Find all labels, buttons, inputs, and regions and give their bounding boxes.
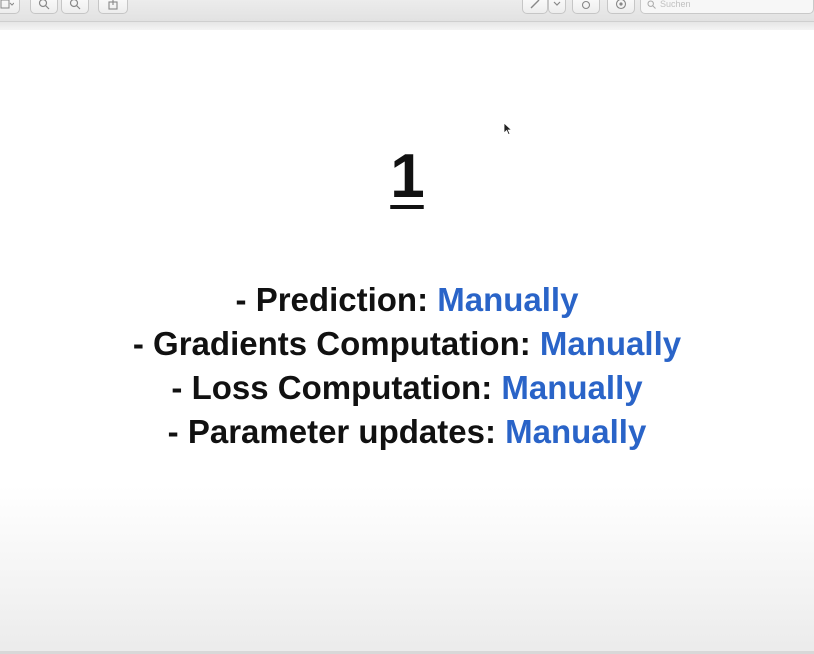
sidebar-icon <box>0 0 14 9</box>
search-icon <box>647 0 656 9</box>
toolbar <box>0 0 814 22</box>
bullet-list: - Prediction: Manually - Gradients Compu… <box>0 278 814 454</box>
bullet-label: - Loss Computation: <box>171 369 493 406</box>
bullet-label: - Prediction: <box>235 281 429 318</box>
rotate-button[interactable] <box>572 0 600 14</box>
bullet-value: Manually <box>437 281 579 318</box>
zoom-out-button[interactable] <box>30 0 58 14</box>
markup-button[interactable] <box>522 0 548 14</box>
bullet-item-prediction: - Prediction: Manually <box>0 278 814 322</box>
toolbar-divider <box>0 22 814 30</box>
search-input[interactable] <box>660 0 790 9</box>
annotate-icon <box>615 0 627 10</box>
bullet-value: Manually <box>505 413 647 450</box>
bullet-label: - Parameter updates: <box>167 413 496 450</box>
document-page: 1 - Prediction: Manually - Gradients Com… <box>0 30 814 654</box>
rotate-icon <box>581 0 591 10</box>
bullet-item-loss: - Loss Computation: Manually <box>0 366 814 410</box>
zoom-in-icon <box>69 0 81 10</box>
pencil-icon <box>530 0 540 9</box>
zoom-in-button[interactable] <box>61 0 89 14</box>
mouse-pointer-icon <box>503 122 513 136</box>
chevron-down-icon <box>553 1 561 6</box>
markup-menu-button[interactable] <box>548 0 566 14</box>
zoom-out-icon <box>38 0 50 10</box>
bullet-value: Manually <box>539 325 682 362</box>
bullet-label: - Gradients Computation: <box>132 325 531 362</box>
slide-number: 1 <box>0 142 814 212</box>
share-icon <box>108 0 118 10</box>
preview-window: 1 - Prediction: Manually - Gradients Com… <box>0 0 814 654</box>
slide-number-text: 1 <box>390 142 424 211</box>
share-button[interactable] <box>98 0 128 14</box>
sidebar-view-button[interactable] <box>0 0 20 14</box>
annotate-button[interactable] <box>607 0 635 14</box>
bullet-value: Manually <box>501 369 643 406</box>
bullet-item-parameter-updates: - Parameter updates: Manually <box>0 410 814 454</box>
search-field[interactable] <box>640 0 814 14</box>
bullet-item-gradients: - Gradients Computation: Manually <box>0 322 814 366</box>
